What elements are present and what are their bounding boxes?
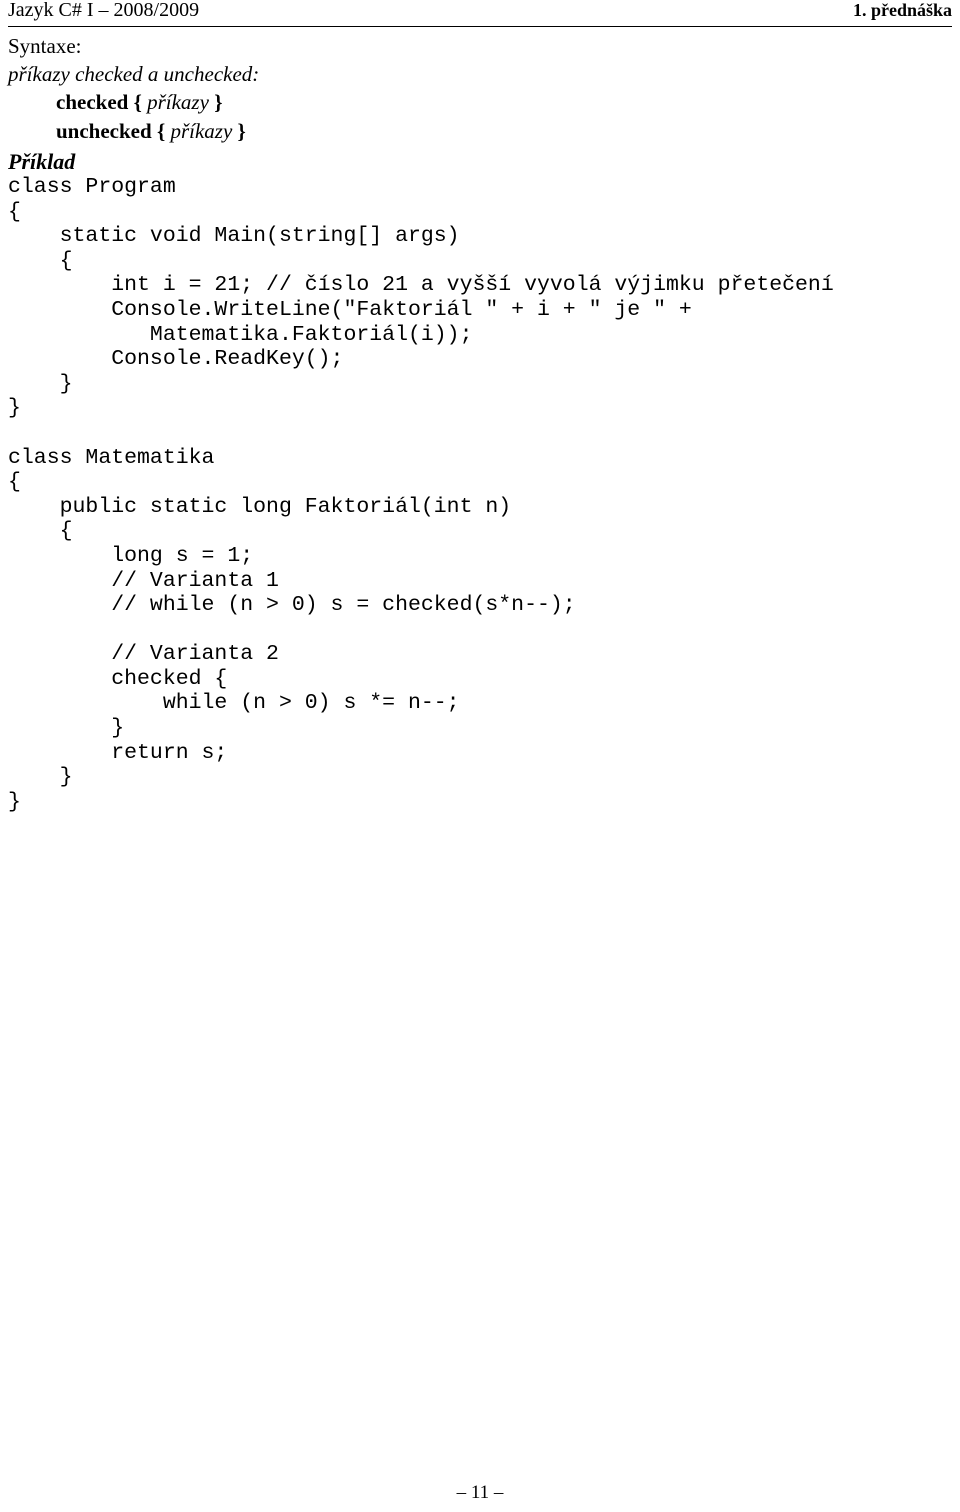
syntax-keyword-unchecked: unchecked (56, 119, 152, 143)
code-listing: class Program { static void Main(string[… (8, 175, 834, 814)
syntax-close-brace: } (237, 119, 246, 143)
syntax-placeholder: příkazy (170, 119, 233, 143)
syntax-open-brace: { (133, 90, 142, 114)
header-course-title: Jazyk C# I – 2008/2009 (8, 0, 200, 21)
syntaxe-label: Syntaxe: (8, 34, 82, 58)
syntax-line-checked: checked { příkazy } (56, 88, 952, 117)
syntax-statement-title: příkazy checked a unchecked: (8, 62, 260, 86)
syntax-close-brace: } (214, 90, 223, 114)
example-label: Příklad (8, 149, 76, 174)
syntax-placeholder: příkazy (147, 90, 209, 114)
header-lecture-number: 1. přednáška (852, 0, 952, 20)
syntax-open-brace: { (156, 119, 166, 143)
syntax-line-unchecked: unchecked { příkazy } (56, 117, 952, 146)
page-header: Jazyk C# I – 2008/2009 1. přednáška (8, 0, 952, 27)
document-page: Jazyk C# I – 2008/2009 1. přednáška Synt… (0, 0, 960, 1512)
page-number-footer: – 11 – (456, 1482, 504, 1503)
syntax-keyword-checked: checked (56, 90, 129, 114)
